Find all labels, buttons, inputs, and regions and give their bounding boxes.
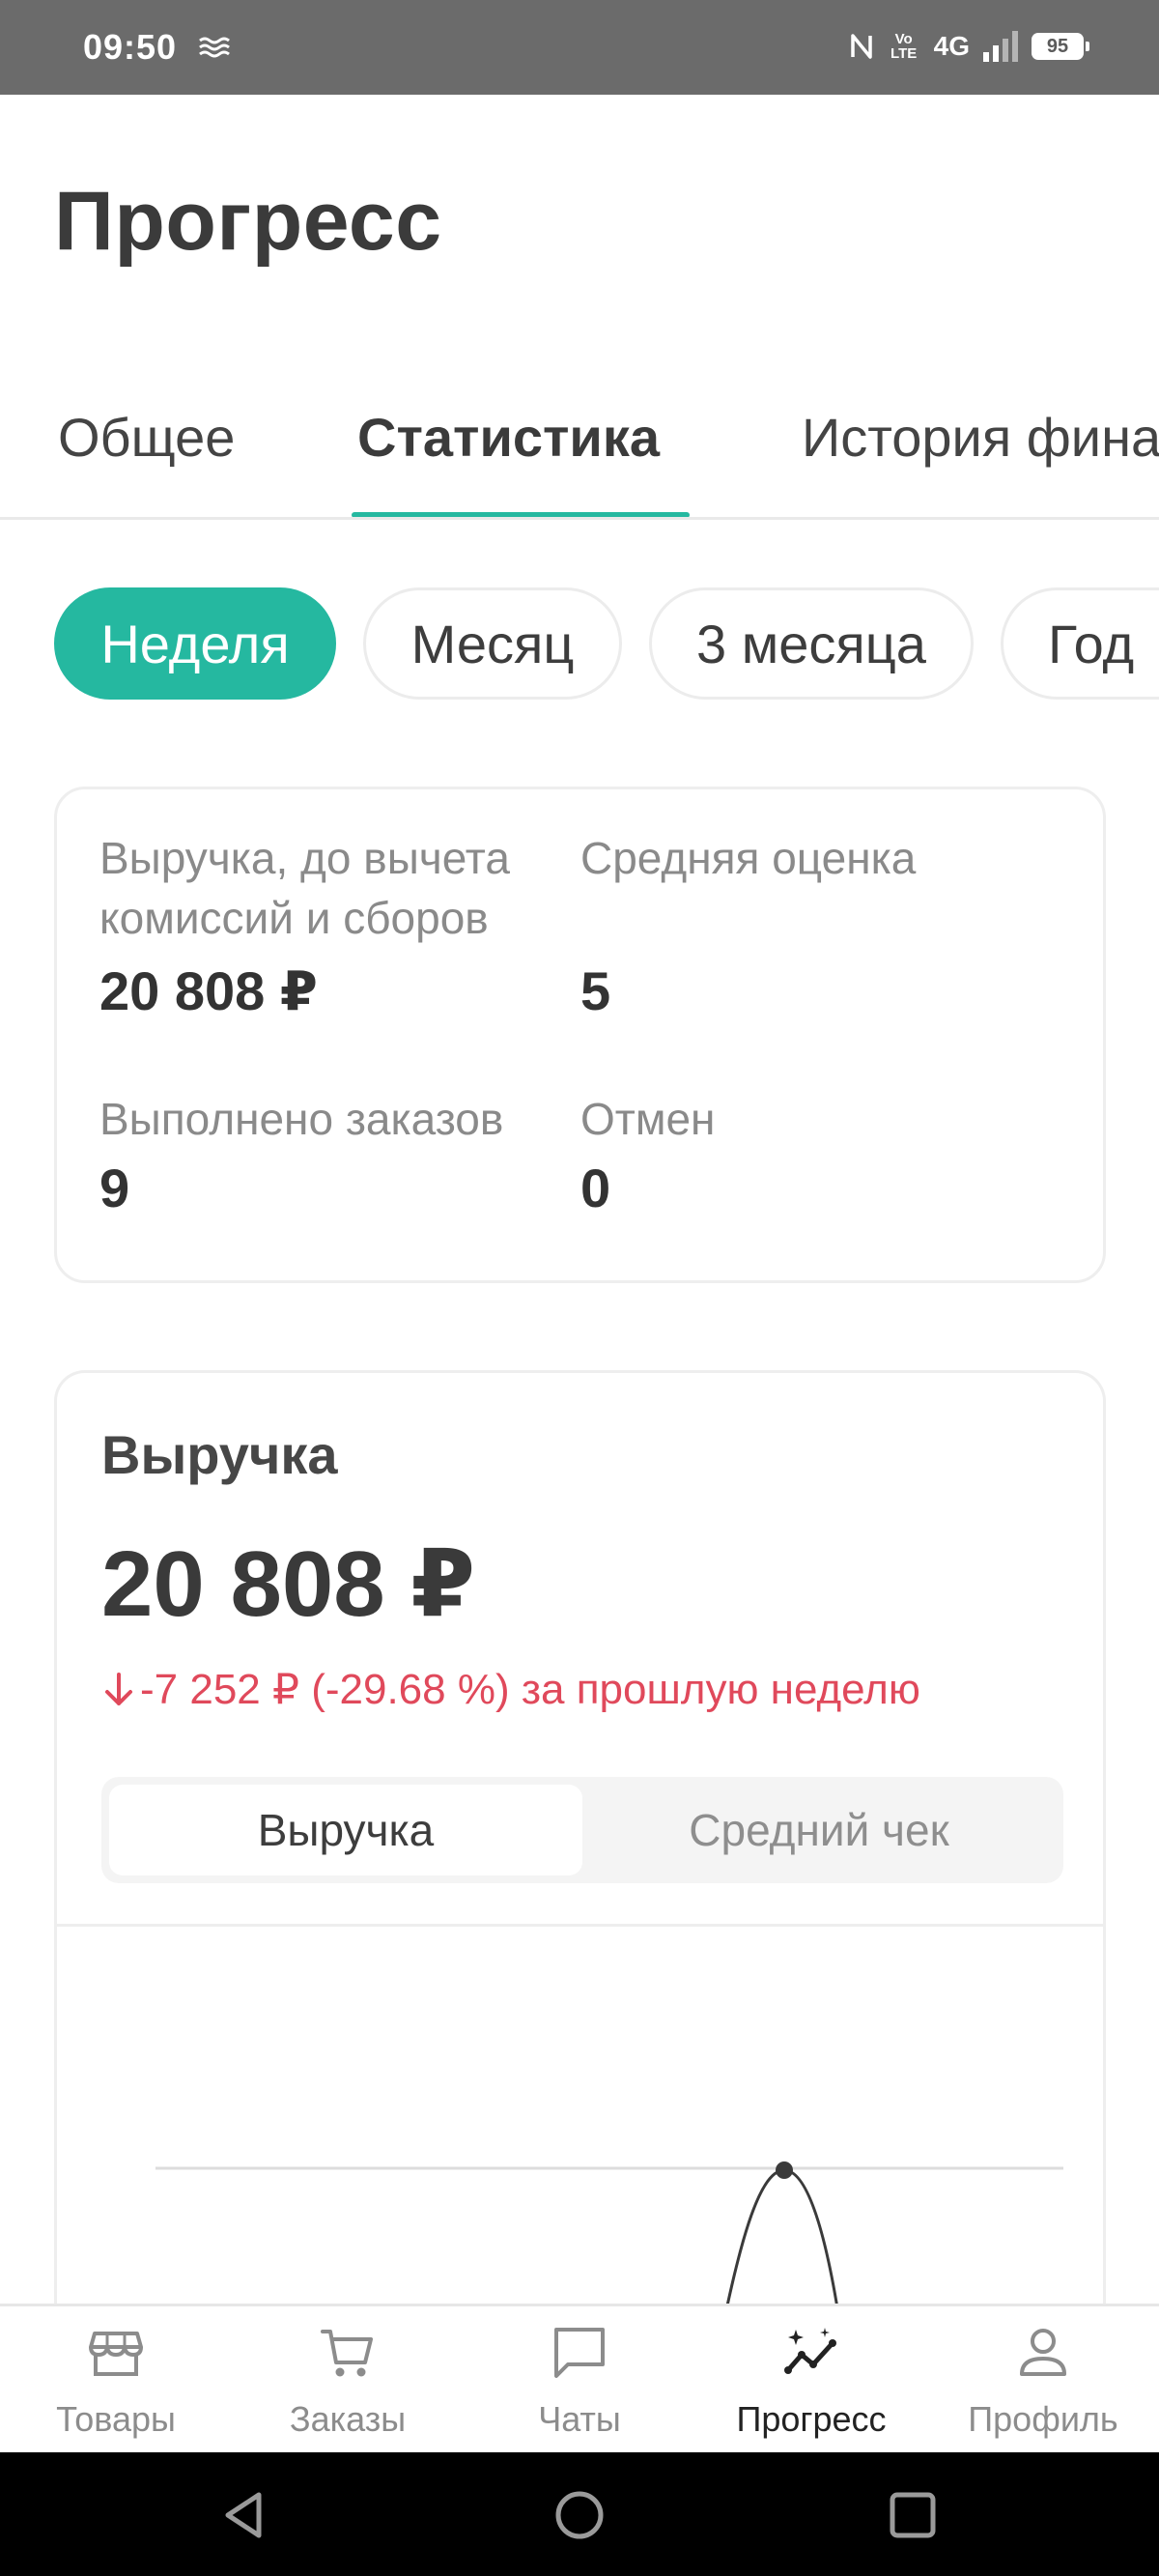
back-icon[interactable] [211,2481,278,2549]
period-year-chip[interactable]: Год [1001,587,1159,700]
nav-products-label: Товары [56,2399,176,2439]
revenue-chart [155,2161,1063,2333]
store-icon [89,2332,143,2376]
nav-chats-label: Чаты [538,2399,621,2439]
profile-icon [1020,2329,1066,2376]
tab-general[interactable]: Общее [58,406,235,469]
tab-finance-history[interactable]: История фина [802,406,1159,469]
arrow-down-icon [105,1672,132,1705]
page-title: Прогресс [54,175,442,268]
period-3-months-chip[interactable]: 3 месяца [649,587,974,700]
active-tab-indicator [352,512,690,517]
cancellations-label: Отмен [580,1094,716,1144]
period-week-chip[interactable]: Неделя [54,587,336,700]
status-indicators: Vo LTE 4G 95 [849,25,1089,68]
recents-icon[interactable] [879,2481,947,2549]
nav-orders-label: Заказы [289,2399,407,2439]
home-icon[interactable] [546,2481,613,2549]
progress-icon [784,2328,836,2374]
notification-app-icon [199,37,230,58]
nav-orders[interactable]: Заказы [232,2306,464,2455]
revenue-amount: 20 808 ₽ [101,1532,476,1636]
nfc-icon [850,34,872,59]
revenue-before-fees-value: 20 808 ₽ [99,960,318,1021]
tab-statistics[interactable]: Статистика [357,406,660,469]
revenue-peak-point [776,2161,793,2179]
cancellations-value: 0 [580,1158,611,1218]
segment-average-check[interactable]: Средний чек [582,1785,1056,1875]
cart-icon [321,2330,373,2377]
revenue-change: -7 252 ₽ (-29.68 %) за прошлую неделю [101,1665,920,1714]
status-bar: 09:50 Vo LTE 4G 95 [0,0,1159,95]
average-rating-label: Средняя оценка [580,833,917,883]
period-month-chip[interactable]: Месяц [363,587,622,700]
revenue-before-fees-label: Выручка, до вычета комиссий и сборов [99,833,510,943]
tab-bar: Общее Статистика История фина [0,386,1159,520]
average-rating-value: 5 [580,960,611,1021]
nav-chats[interactable]: Чаты [464,2306,695,2455]
nav-products[interactable]: Товары [0,2306,232,2455]
network-type: 4G [933,31,970,61]
revenue-title: Выручка [101,1424,338,1485]
battery-indicator: 95 [1032,33,1089,60]
signal-icon [983,31,1018,62]
revenue-change-text: -7 252 ₽ (-29.68 %) за прошлую неделю [140,1666,920,1713]
summary-card: Выручка, до вычета комиссий и сборов 20 … [54,787,1106,1283]
system-navigation-bar [0,2452,1159,2576]
segment-revenue[interactable]: Выручка [109,1785,582,1875]
nav-progress[interactable]: Прогресс [695,2306,927,2455]
nav-progress-label: Прогресс [736,2399,887,2439]
bottom-navigation: Товары Заказы Чаты Прогресс Профиль [0,2304,1159,2452]
period-selector: Неделя Месяц 3 месяца Год [0,587,1159,701]
orders-completed-label: Выполнено заказов [99,1094,504,1144]
nav-profile-label: Профиль [968,2399,1118,2439]
nav-profile[interactable]: Профиль [927,2306,1159,2455]
chat-icon [554,2328,605,2378]
status-time: 09:50 [83,27,178,67]
volte-indicator: Vo LTE [890,31,918,62]
chart-metric-switch: Выручка Средний чек [101,1777,1063,1883]
orders-completed-value: 9 [99,1158,130,1218]
